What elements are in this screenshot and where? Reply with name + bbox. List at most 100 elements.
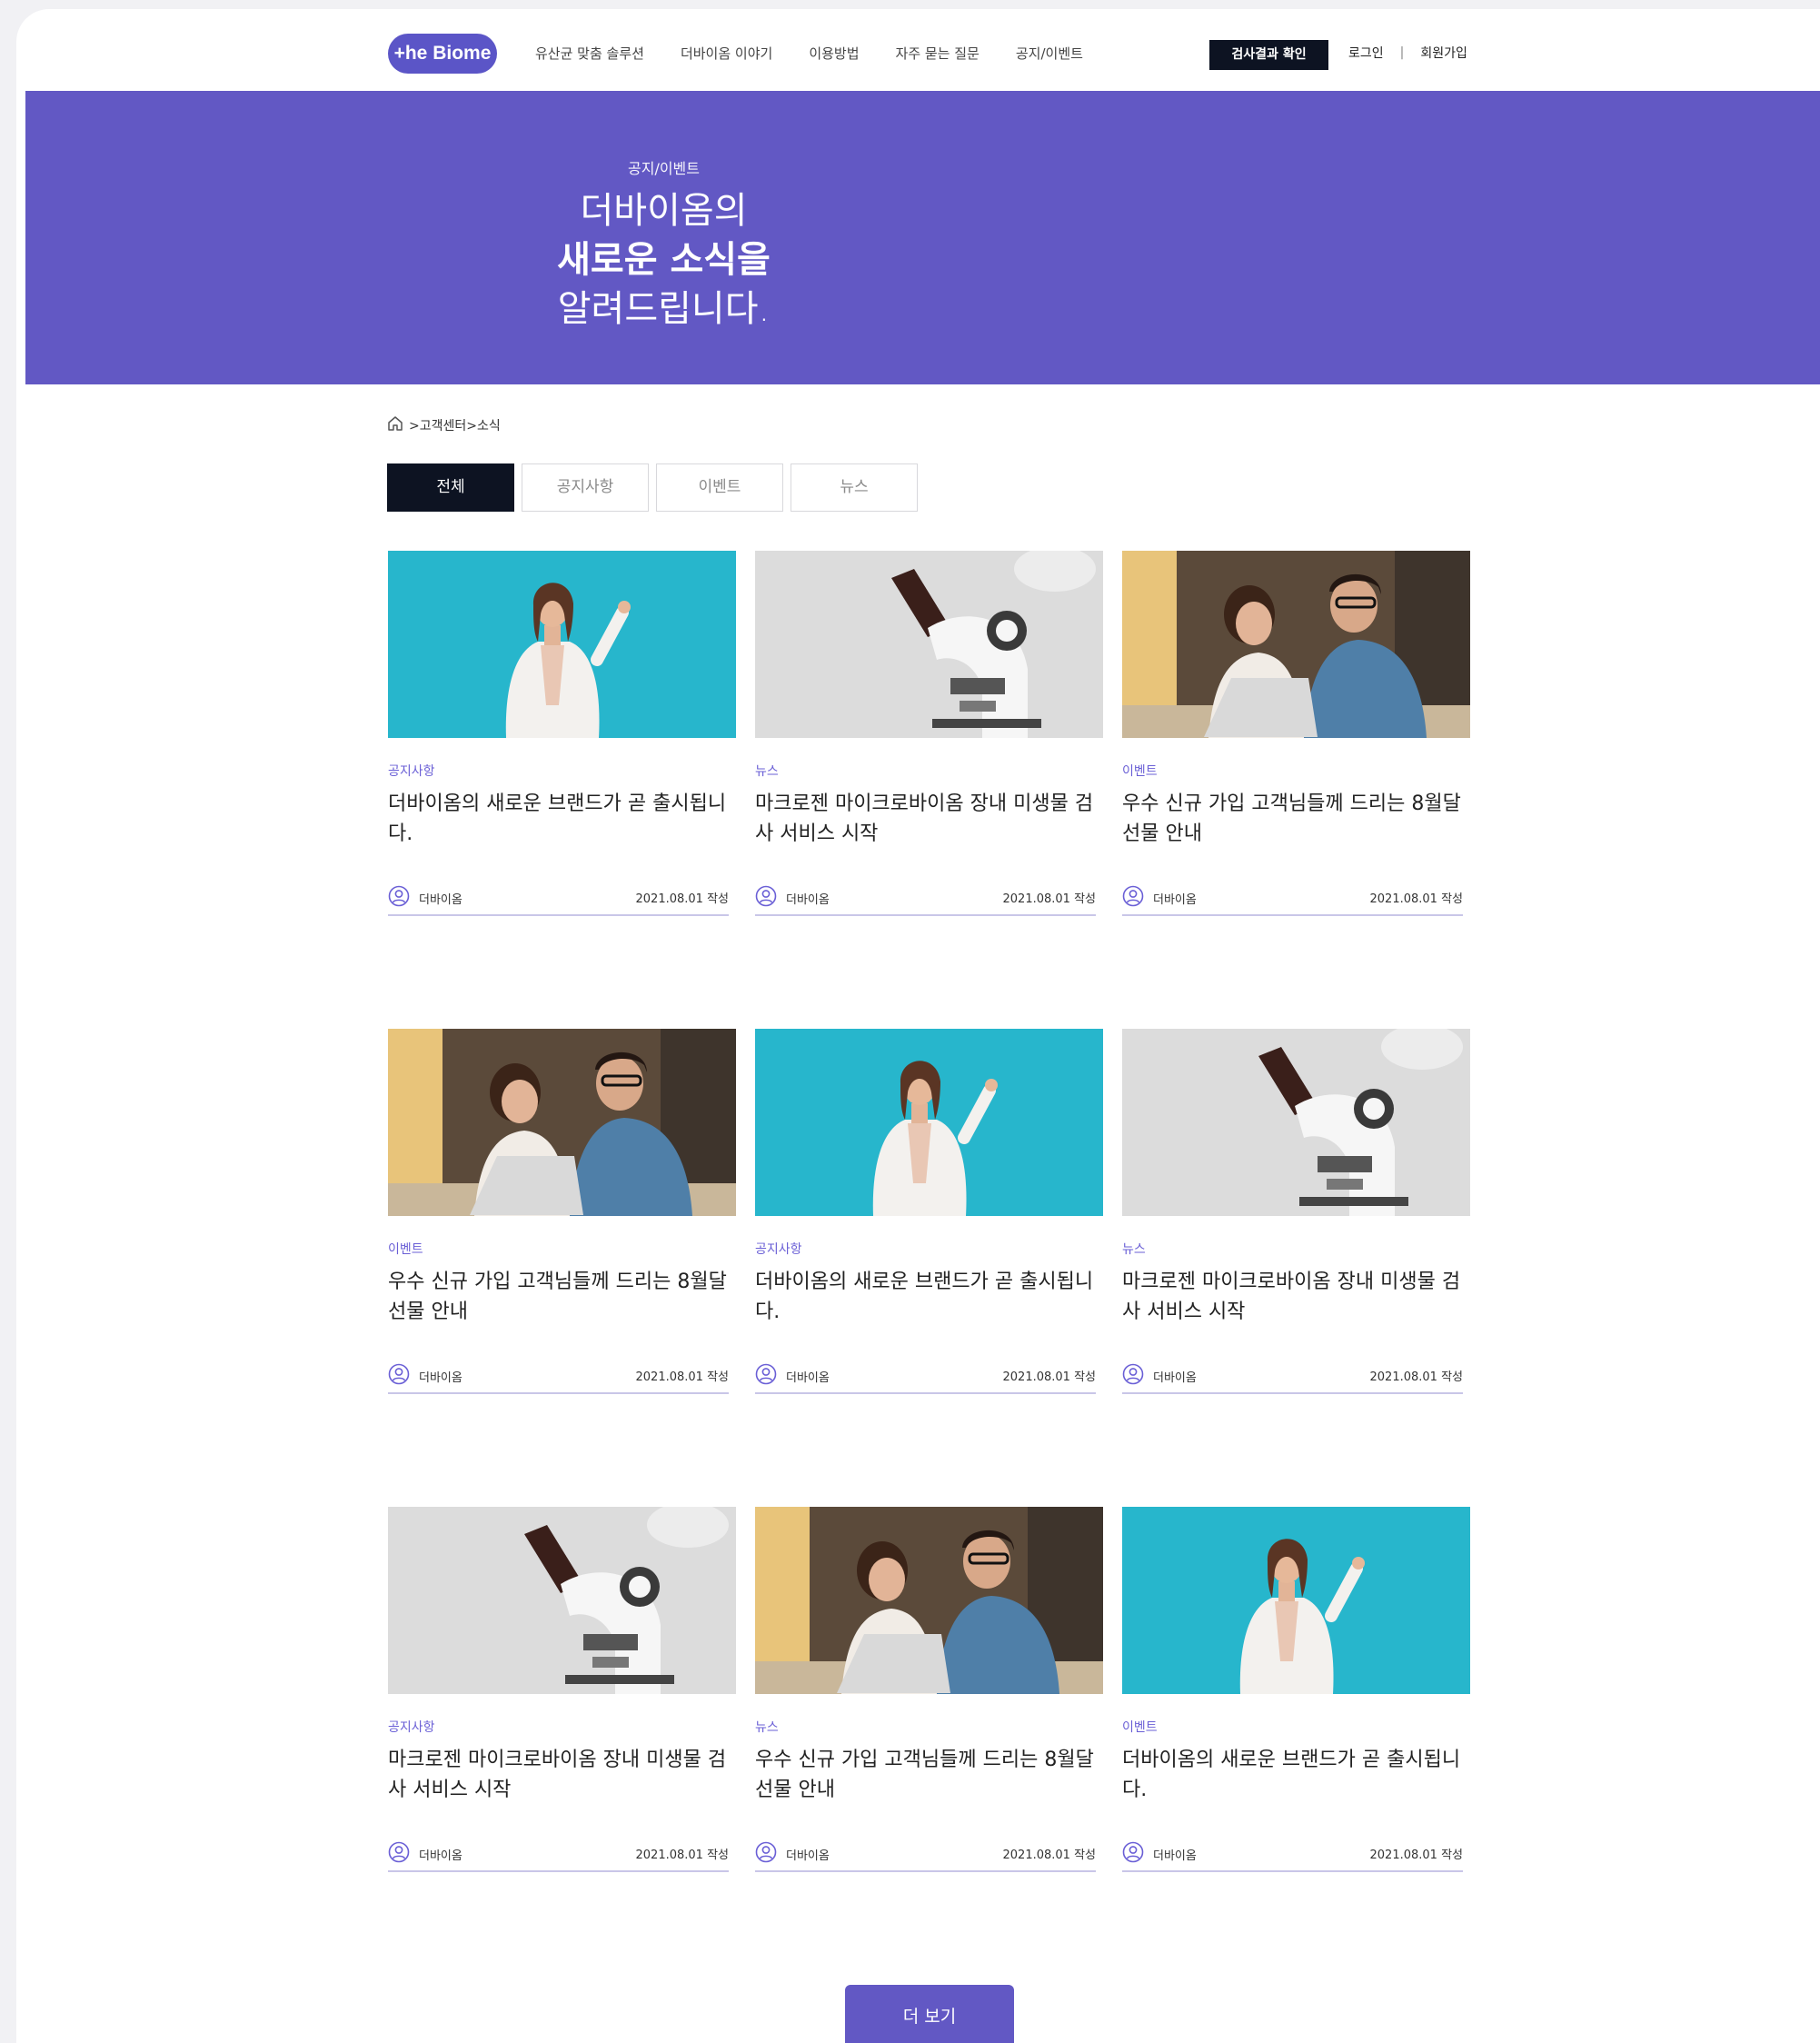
post-thumbnail-woman-pointing (755, 1029, 1103, 1216)
post-author: 더바이옴 (388, 1841, 462, 1867)
signup-link[interactable]: 회원가입 (1420, 44, 1467, 62)
post-card[interactable]: 뉴스 마크로젠 마이크로바이옴 장내 미생물 검사 서비스 시작 더바이옴 20… (755, 551, 1103, 1029)
post-card[interactable]: 이벤트 우수 신규 가입 고객님들께 드리는 8월달 선물 안내 더바이옴 20… (1122, 551, 1470, 1029)
post-category: 공지사항 (388, 764, 435, 779)
logo[interactable]: +he Biome (388, 34, 497, 74)
post-thumbnail-couple-laptop (388, 1029, 736, 1216)
nav-item-howto[interactable]: 이용방법 (809, 44, 859, 63)
post-category: 이벤트 (1122, 1720, 1158, 1735)
post-card[interactable]: 이벤트 우수 신규 가입 고객님들께 드리는 8월달 선물 안내 더바이옴 20… (388, 1029, 736, 1507)
post-title: 우수 신규 가입 고객님들께 드리는 8월달 선물 안내 (755, 1749, 1094, 1801)
post-category: 이벤트 (388, 1242, 423, 1257)
post-date: 2021.08.01 작성 (1002, 1849, 1097, 1862)
post-card[interactable]: 뉴스 마크로젠 마이크로바이옴 장내 미생물 검사 서비스 시작 더바이옴 20… (1122, 1029, 1470, 1507)
user-icon (755, 1841, 777, 1867)
post-grid: 공지사항 더바이옴의 새로운 브랜드가 곧 출시됩니다. 더바이옴 2021.0… (388, 551, 1470, 1985)
post-category: 공지사항 (755, 1242, 802, 1257)
post-card[interactable]: 뉴스 우수 신규 가입 고객님들께 드리는 8월달 선물 안내 더바이옴 202… (755, 1507, 1103, 1985)
check-result-button[interactable]: 검사결과 확인 (1209, 40, 1328, 70)
post-author: 더바이옴 (388, 885, 462, 911)
post-author: 더바이옴 (755, 1363, 830, 1389)
post-title: 마크로젠 마이크로바이옴 장내 미생물 검사 서비스 시작 (755, 792, 1094, 845)
post-thumbnail-woman-pointing (1122, 1507, 1470, 1694)
post-date: 2021.08.01 작성 (635, 892, 730, 906)
post-meta: 더바이옴 2021.08.01 작성 (388, 885, 729, 916)
auth-links: 로그인 | 회원가입 (1348, 44, 1467, 62)
post-date: 2021.08.01 작성 (1002, 892, 1097, 906)
user-icon (1122, 1363, 1144, 1389)
post-author: 더바이옴 (755, 1841, 830, 1867)
hero-title-line2: 새로운 소식을 (557, 239, 771, 281)
post-meta: 더바이옴 2021.08.01 작성 (755, 1363, 1096, 1394)
post-meta: 더바이옴 2021.08.01 작성 (1122, 1841, 1463, 1872)
main-nav: 유산균 맞춤 솔루션 더바이옴 이야기 이용방법 자주 묻는 질문 공지/이벤트 (535, 44, 1083, 63)
post-category: 공지사항 (388, 1720, 435, 1735)
post-title: 마크로젠 마이크로바이옴 장내 미생물 검사 서비스 시작 (388, 1749, 727, 1801)
login-link[interactable]: 로그인 (1348, 44, 1384, 62)
post-card[interactable]: 이벤트 더바이옴의 새로운 브랜드가 곧 출시됩니다. 더바이옴 2021.08… (1122, 1507, 1470, 1985)
post-category: 뉴스 (1122, 1242, 1146, 1257)
post-date: 2021.08.01 작성 (1369, 892, 1464, 906)
user-icon (755, 1363, 777, 1389)
user-icon (388, 1363, 410, 1389)
post-author-name: 더바이옴 (1153, 1370, 1197, 1385)
post-date: 2021.08.01 작성 (635, 1370, 730, 1384)
post-author-name: 더바이옴 (419, 892, 462, 907)
user-icon (1122, 885, 1144, 911)
user-icon (1122, 1841, 1144, 1867)
post-meta: 더바이옴 2021.08.01 작성 (388, 1363, 729, 1394)
post-title: 더바이옴의 새로운 브랜드가 곧 출시됩니다. (755, 1271, 1094, 1323)
post-title: 우수 신규 가입 고객님들께 드리는 8월달 선물 안내 (1122, 792, 1461, 845)
category-tabs: 전체 공지사항 이벤트 뉴스 (387, 463, 918, 512)
post-category: 뉴스 (755, 1720, 779, 1735)
post-title: 마크로젠 마이크로바이옴 장내 미생물 검사 서비스 시작 (1122, 1271, 1461, 1323)
post-card[interactable]: 공지사항 더바이옴의 새로운 브랜드가 곧 출시됩니다. 더바이옴 2021.0… (388, 551, 736, 1029)
post-author: 더바이옴 (755, 885, 830, 911)
post-title: 우수 신규 가입 고객님들께 드리는 8월달 선물 안내 (388, 1271, 727, 1323)
nav-item-faq[interactable]: 자주 묻는 질문 (896, 44, 980, 63)
tab-all[interactable]: 전체 (387, 463, 514, 512)
user-icon (388, 1841, 410, 1867)
hero-banner: 공지/이벤트 더바이옴의 새로운 소식을 알려드립니다. (25, 91, 1820, 384)
tab-news[interactable]: 뉴스 (791, 463, 918, 512)
post-meta: 더바이옴 2021.08.01 작성 (755, 885, 1096, 916)
nav-item-notice[interactable]: 공지/이벤트 (1016, 44, 1083, 63)
nav-item-solution[interactable]: 유산균 맞춤 솔루션 (535, 44, 644, 63)
hero-title-line3: 알려드립니다. (557, 288, 771, 330)
post-author-name: 더바이옴 (1153, 892, 1197, 907)
post-author: 더바이옴 (1122, 885, 1197, 911)
user-icon (755, 885, 777, 911)
hero-eyebrow: 공지/이벤트 (628, 160, 700, 177)
post-thumbnail-microscope (388, 1507, 736, 1694)
post-card[interactable]: 공지사항 마크로젠 마이크로바이옴 장내 미생물 검사 서비스 시작 더바이옴 … (388, 1507, 736, 1985)
home-icon[interactable] (387, 415, 403, 435)
post-author-name: 더바이옴 (419, 1849, 462, 1863)
auth-separator: | (1399, 45, 1405, 60)
post-thumbnail-couple-laptop (755, 1507, 1103, 1694)
post-date: 2021.08.01 작성 (1002, 1370, 1097, 1384)
post-category: 뉴스 (755, 764, 779, 779)
nav-item-story[interactable]: 더바이옴 이야기 (681, 44, 772, 63)
post-card[interactable]: 공지사항 더바이옴의 새로운 브랜드가 곧 출시됩니다. 더바이옴 2021.0… (755, 1029, 1103, 1507)
post-author-name: 더바이옴 (786, 1849, 830, 1863)
post-author-name: 더바이옴 (1153, 1849, 1197, 1863)
post-thumbnail-microscope (1122, 1029, 1470, 1216)
tab-event[interactable]: 이벤트 (656, 463, 783, 512)
load-more-button[interactable]: 더 보기 (845, 1985, 1014, 2043)
post-date: 2021.08.01 작성 (1369, 1849, 1464, 1862)
post-meta: 더바이옴 2021.08.01 작성 (755, 1841, 1096, 1872)
breadcrumb: >고객센터>소식 (387, 415, 501, 435)
tab-notice[interactable]: 공지사항 (522, 463, 649, 512)
post-author: 더바이옴 (1122, 1363, 1197, 1389)
post-thumbnail-microscope (755, 551, 1103, 738)
post-author-name: 더바이옴 (786, 892, 830, 907)
post-title: 더바이옴의 새로운 브랜드가 곧 출시됩니다. (388, 792, 727, 845)
post-meta: 더바이옴 2021.08.01 작성 (1122, 1363, 1463, 1394)
post-title: 더바이옴의 새로운 브랜드가 곧 출시됩니다. (1122, 1749, 1461, 1801)
post-category: 이벤트 (1122, 764, 1158, 779)
post-meta: 더바이옴 2021.08.01 작성 (388, 1841, 729, 1872)
user-icon (388, 885, 410, 911)
post-author: 더바이옴 (388, 1363, 462, 1389)
post-meta: 더바이옴 2021.08.01 작성 (1122, 885, 1463, 916)
post-date: 2021.08.01 작성 (635, 1849, 730, 1862)
